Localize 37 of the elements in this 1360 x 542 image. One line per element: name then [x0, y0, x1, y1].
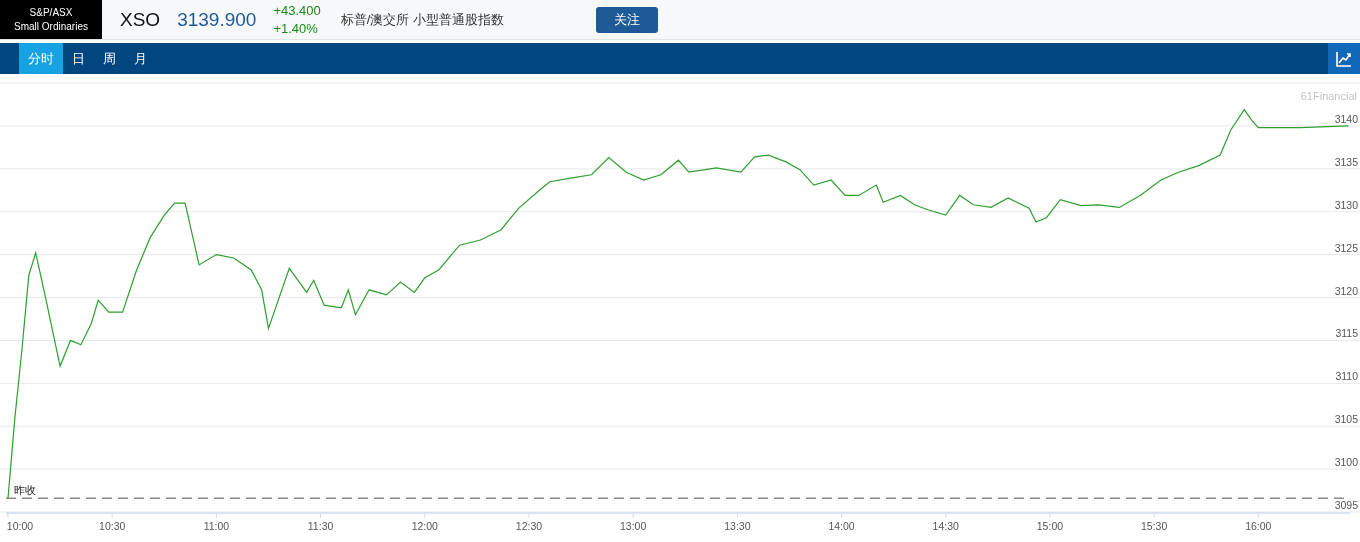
watermark: 61Financial — [1300, 90, 1357, 102]
axis-label: 3120 — [1334, 284, 1358, 297]
axis-label: 11:00 — [203, 520, 230, 532]
period-tab[interactable]: 日 — [63, 43, 94, 74]
axis-label: 11:30 — [307, 520, 334, 532]
period-tab[interactable]: 月 — [125, 43, 156, 74]
axis-label: 12:30 — [515, 520, 543, 532]
percent-change: +1.40% — [273, 19, 319, 38]
axis-label: 10:00 — [6, 520, 34, 532]
axis-label: 14:00 — [828, 520, 855, 532]
axis-label: 16:00 — [1245, 520, 1272, 532]
axis-label: 3125 — [1334, 241, 1358, 254]
chart-type-button[interactable] — [1328, 43, 1360, 74]
axis-label: 14:30 — [932, 520, 959, 532]
axis-label: 10:30 — [99, 520, 126, 532]
line-chart-icon — [1335, 49, 1353, 68]
axis-label: 12:00 — [411, 520, 438, 532]
axis-label: 3105 — [1334, 413, 1358, 426]
index-price: 3139.900 — [177, 8, 257, 31]
axis-label: 15:30 — [1141, 520, 1168, 532]
period-tab[interactable]: 周 — [94, 43, 125, 74]
axis-label: 3130 — [1334, 198, 1358, 211]
axis-label: 3100 — [1334, 456, 1358, 469]
ticker-symbol: XSO — [120, 8, 161, 31]
axis-label: 3115 — [1335, 327, 1358, 340]
axis-label: 3140 — [1334, 112, 1358, 125]
follow-button[interactable]: 关注 — [595, 6, 658, 33]
price-change: +43.400 — [273, 1, 321, 20]
index-logo: S&P/ASX Small Ordinaries — [0, 0, 102, 39]
axis-label: 15:00 — [1036, 520, 1064, 532]
axis-label: 3110 — [1335, 370, 1358, 383]
axis-label: 13:30 — [724, 520, 751, 532]
index-name: 标普/澳交所 小型普通股指数 — [340, 10, 504, 29]
axis-label: 3135 — [1334, 155, 1358, 168]
previous-close-label: 昨收 — [14, 484, 36, 497]
axis-label: 3095 — [1334, 499, 1358, 511]
axis-label: 13:00 — [620, 520, 647, 532]
